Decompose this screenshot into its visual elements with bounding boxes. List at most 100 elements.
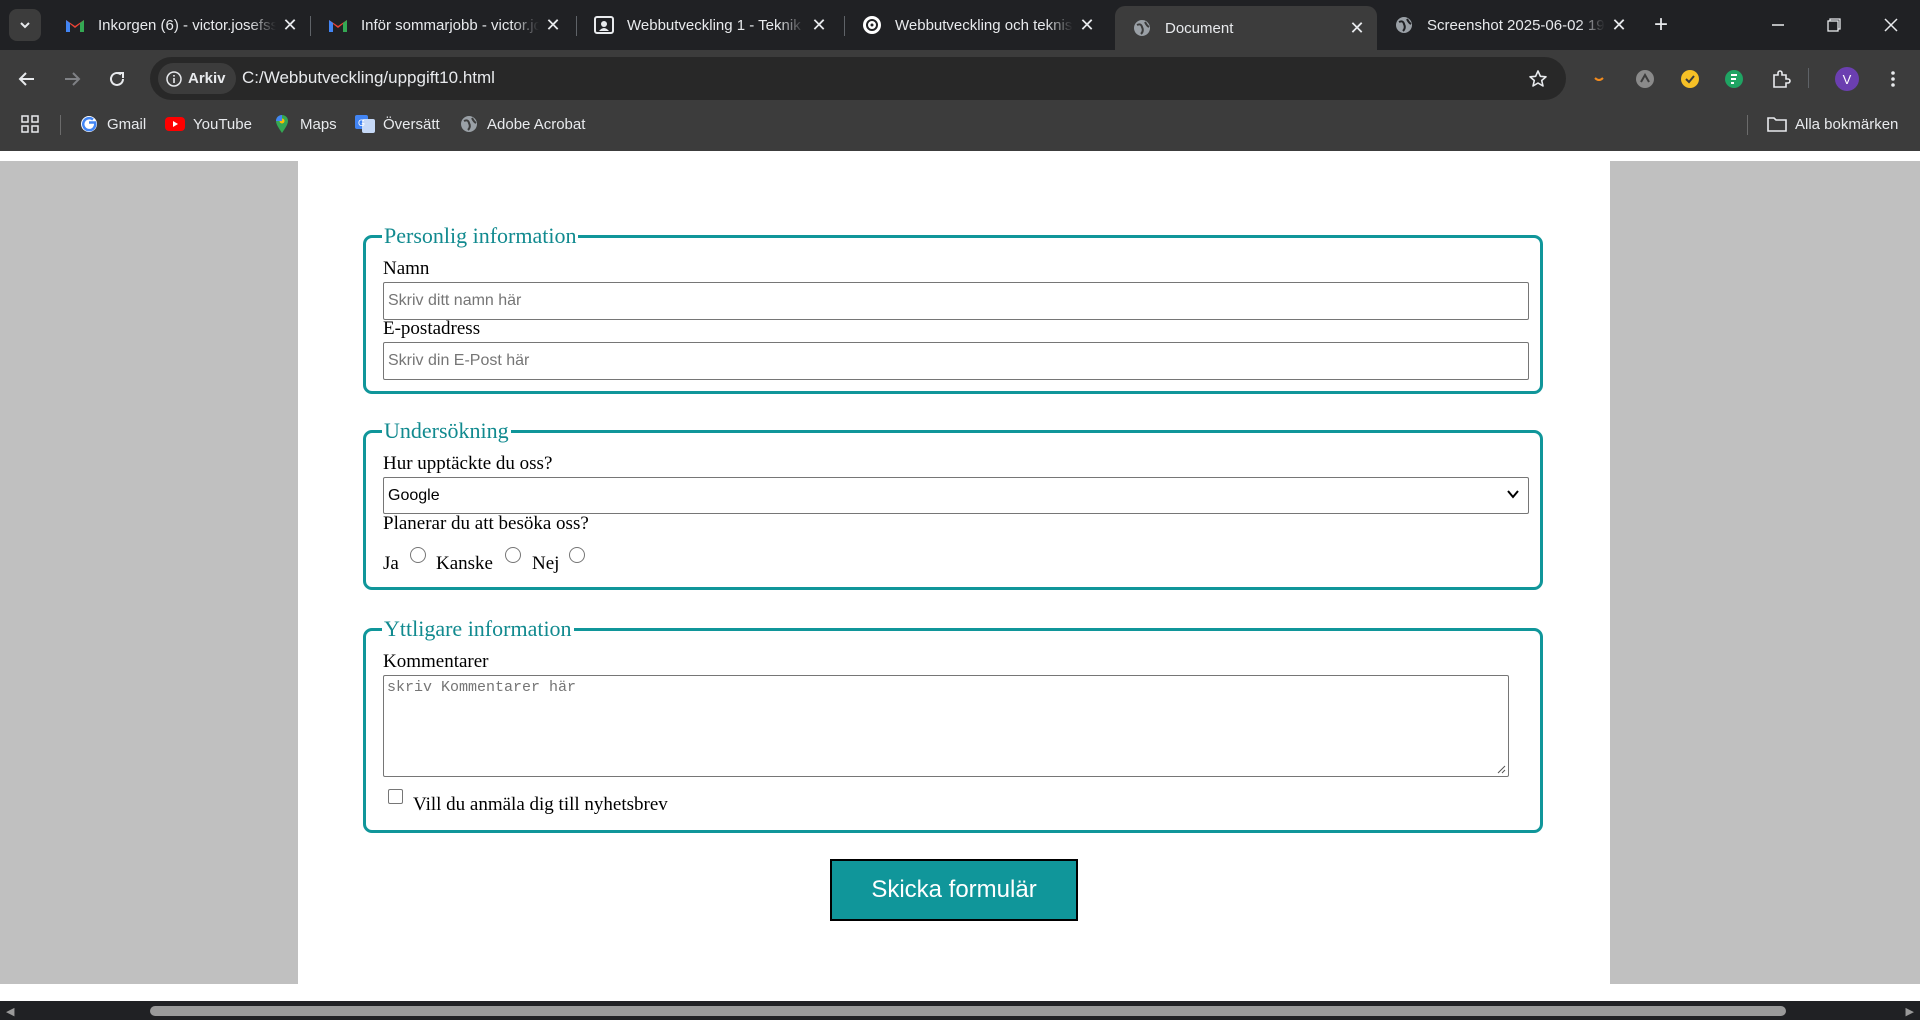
comments-textarea[interactable]: skriv Kommentarer här [383,675,1509,777]
toolbar-separator [1808,68,1809,88]
new-tab-button[interactable]: + [1645,9,1677,41]
minimize-button[interactable] [1749,0,1807,50]
bookmarks-separator [60,115,61,135]
bookmark-gmail[interactable]: Gmail [79,107,146,141]
radio-nej[interactable] [569,547,585,563]
tab-document[interactable]: Document ✕ [1115,6,1377,50]
address-bar[interactable]: Arkiv C:/Webbutveckling/uppgift10.html [150,57,1566,100]
horizontal-scrollbar[interactable]: ◀ ▶ [0,1001,1920,1020]
globe-icon [1393,14,1415,36]
google-icon [79,114,99,134]
bookmark-adobe-acrobat[interactable]: Adobe Acrobat [459,107,585,141]
extension-orange-button[interactable] [1582,62,1616,96]
restore-button[interactable] [1805,0,1863,50]
gmail-icon [64,14,86,36]
radio-ja[interactable] [410,547,426,563]
email-label: E-postadress [383,318,481,339]
tab-title: Screenshot 2025-06-02 19 [1427,16,1605,34]
svg-text:G: G [358,118,365,128]
scrollbar-thumb[interactable] [150,1006,1786,1016]
source-selected-value: Google [388,486,440,504]
url-text: C:/Webbutveckling/uppgift10.html [242,68,495,87]
bookmark-youtube[interactable]: YouTube [165,107,252,141]
tab-strip: Inkorgen (6) - victor.josefsson ✕ Inför … [0,0,1920,50]
browser-toolbar: Arkiv C:/Webbutveckling/uppgift10.html V [0,50,1920,107]
radio-label-ja: Ja [383,553,399,574]
page-viewport: Personlig information Namn Skriv ditt na… [0,151,1920,1001]
name-label: Namn [383,258,430,279]
extension-gray-icon [1636,70,1654,88]
reload-button[interactable] [100,62,134,96]
close-icon[interactable]: ✕ [1073,11,1101,39]
extension-gray-button[interactable] [1628,62,1662,96]
submit-button[interactable]: Skicka formulär [830,859,1078,921]
name-placeholder: Skriv ditt namn här [388,292,522,309]
minimize-icon [1772,24,1784,26]
scroll-left-icon[interactable]: ◀ [6,1005,14,1018]
arrow-right-icon [65,72,81,86]
tab-chatgpt[interactable]: Webbutveckling och teknisk ✕ [845,6,1107,44]
profile-button[interactable]: V [1830,62,1864,96]
extension-green-button[interactable] [1717,62,1751,96]
page-gutter-right [1610,161,1920,984]
close-icon[interactable]: ✕ [1605,11,1633,39]
close-icon[interactable]: ✕ [276,11,304,39]
extensions-button[interactable] [1764,62,1798,96]
restore-icon [1827,18,1841,32]
site-info-button[interactable]: Arkiv [158,63,236,94]
youtube-icon [165,114,185,134]
email-input[interactable]: Skriv din E-Post här [383,342,1529,380]
info-icon [166,70,182,87]
puzzle-icon [1773,70,1791,88]
scroll-right-icon[interactable]: ▶ [1906,1005,1914,1018]
tab-gmail-sommarjobb[interactable]: Inför sommarjobb - victor.josefsson ✕ [311,6,573,44]
tab-title: Inför sommarjobb - victor.josefsson [361,16,539,34]
tab-gmail-inbox[interactable]: Inkorgen (6) - victor.josefsson ✕ [48,6,310,44]
bookmark-label: Gmail [107,115,147,133]
translate-icon: G [355,114,375,134]
check-circle-icon [1681,70,1699,88]
avatar: V [1835,67,1859,91]
gmail-icon [327,14,349,36]
chevron-down-icon [20,22,30,29]
name-input[interactable]: Skriv ditt namn här [383,282,1529,320]
comments-placeholder: skriv Kommentarer här [387,679,577,696]
arrow-left-icon [18,72,34,86]
newsletter-label: Vill du anmäla dig till nyhetsbrev [413,794,668,815]
legend-personal: Personlig information [382,223,579,248]
close-icon[interactable]: ✕ [1343,14,1371,42]
close-icon[interactable]: ✕ [805,11,833,39]
apps-grid-icon [20,114,40,134]
fieldset-extra: Yttligare information Kommentarer skriv … [363,617,1543,833]
extension-yellow-button[interactable] [1673,62,1707,96]
bookmark-label: Översätt [383,115,440,133]
bookmarks-bar: Gmail YouTube Maps G Översätt Adobe Acro… [0,107,1920,151]
menu-button[interactable] [1876,62,1910,96]
newsletter-checkbox[interactable] [388,789,403,804]
globe-icon [459,114,479,134]
plus-icon: + [1653,11,1668,38]
page-gutter-left [0,161,298,984]
resize-grip-icon[interactable] [1496,764,1506,774]
site-chip-label: Arkiv [188,70,226,87]
source-select[interactable]: Google [383,477,1529,514]
tab-webbutveckling-1[interactable]: Webbutveckling 1 - Teknik ✕ [577,6,839,44]
forward-button[interactable] [55,62,89,96]
back-button[interactable] [10,62,44,96]
tab-screenshot[interactable]: Screenshot 2025-06-02 19 ✕ [1377,6,1639,44]
apps-button[interactable] [20,107,40,141]
close-icon[interactable]: ✕ [539,11,567,39]
star-icon [1529,70,1547,87]
all-bookmarks-button[interactable]: Alla bokmärken [1767,107,1898,141]
comments-label: Kommentarer [383,651,489,672]
bookmark-star-button[interactable] [1522,63,1554,95]
close-window-button[interactable] [1862,0,1920,50]
bookmark-label: Adobe Acrobat [487,115,586,133]
radio-kanske[interactable] [505,547,521,563]
extension-green-icon [1725,70,1743,88]
tab-search-button[interactable] [9,9,41,41]
reload-icon [110,71,124,86]
folder-icon [1767,114,1787,134]
bookmark-maps[interactable]: Maps [272,107,337,141]
bookmark-translate[interactable]: G Översätt [355,107,440,141]
